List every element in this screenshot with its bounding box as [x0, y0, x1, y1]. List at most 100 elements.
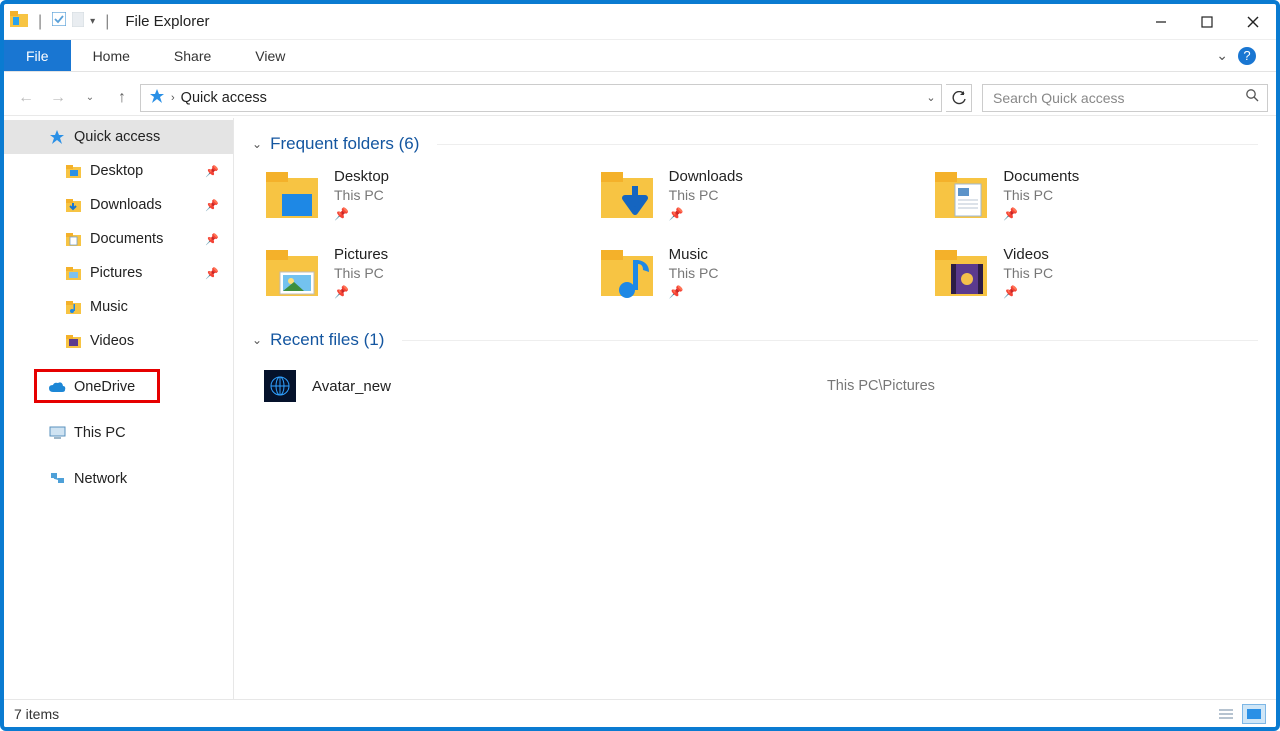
folder-icon [64, 298, 82, 316]
tree-label: Downloads [90, 197, 162, 213]
this-pc-icon [48, 424, 66, 442]
view-large-icons-button[interactable] [1242, 704, 1266, 724]
chevron-down-icon: ⌄ [252, 137, 262, 151]
tree-onedrive[interactable]: OneDrive [4, 370, 233, 404]
window-controls [1138, 5, 1276, 39]
pin-icon: 📌 [334, 207, 389, 221]
breadcrumb-quick-access[interactable]: Quick access [181, 90, 267, 106]
folder-downloads[interactable]: Downloads This PC 📌 [599, 168, 924, 224]
tree-music[interactable]: Music [4, 290, 233, 324]
folder-documents[interactable]: Documents This PC 📌 [933, 168, 1258, 224]
help-icon[interactable]: ? [1238, 47, 1256, 65]
network-icon [48, 470, 66, 488]
tree-label: Videos [90, 333, 134, 349]
tree-videos[interactable]: Videos [4, 324, 233, 358]
group-divider [402, 340, 1258, 341]
folder-pictures[interactable]: Pictures This PC 📌 [264, 246, 589, 302]
checkbox-qat-icon[interactable] [52, 12, 66, 31]
folder-pictures-icon [264, 246, 320, 302]
status-items: 7 items [14, 706, 59, 722]
tree-label: This PC [74, 425, 126, 441]
pin-icon: 📌 [205, 165, 219, 178]
folder-desktop[interactable]: Desktop This PC 📌 [264, 168, 589, 224]
address-bar[interactable]: › Quick access ⌄ [140, 84, 942, 112]
pin-icon: 📌 [669, 207, 743, 221]
group-title: Recent files (1) [270, 330, 384, 350]
tree-label: Quick access [74, 129, 160, 145]
folder-icon [64, 196, 82, 214]
nav-up-button[interactable]: ↑ [108, 84, 136, 112]
close-button[interactable] [1230, 5, 1276, 39]
folder-sub: This PC [334, 187, 389, 203]
navigation-bar: ← → ⌄ ↑ › Quick access ⌄ [4, 80, 1276, 116]
title-sep: | [34, 13, 46, 31]
group-divider [437, 144, 1258, 145]
tree-label: OneDrive [74, 379, 135, 395]
group-frequent-folders[interactable]: ⌄ Frequent folders (6) [252, 134, 1258, 154]
breadcrumb-sep-icon: › [171, 92, 175, 104]
document-qat-icon[interactable] [72, 12, 84, 32]
tab-file[interactable]: File [4, 40, 71, 71]
tree-label: Network [74, 471, 127, 487]
search-input[interactable] [991, 89, 1245, 107]
folder-sub: This PC [334, 265, 388, 281]
folder-music-icon [599, 246, 655, 302]
folder-name: Music [669, 246, 719, 263]
folder-name: Downloads [669, 168, 743, 185]
folder-music[interactable]: Music This PC 📌 [599, 246, 924, 302]
status-bar: 7 items [4, 699, 1276, 727]
pin-icon: 📌 [205, 199, 219, 212]
nav-history-dropdown[interactable]: ⌄ [76, 84, 104, 112]
minimize-button[interactable] [1138, 5, 1184, 39]
search-box[interactable] [982, 84, 1268, 112]
ribbon-tabs: File Home Share View ⌄ ? [4, 40, 1276, 72]
search-icon[interactable] [1245, 88, 1259, 107]
tree-pictures[interactable]: Pictures 📌 [4, 256, 233, 290]
recent-file-thumbnail-icon [264, 370, 296, 402]
tree-quick-access[interactable]: Quick access [4, 120, 233, 154]
tree-documents[interactable]: Documents 📌 [4, 222, 233, 256]
group-recent-files[interactable]: ⌄ Recent files (1) [252, 330, 1258, 350]
folder-name: Videos [1003, 246, 1053, 263]
nav-forward-button[interactable]: → [44, 84, 72, 112]
pin-icon: 📌 [1003, 207, 1079, 221]
folder-name: Documents [1003, 168, 1079, 185]
folder-sub: This PC [669, 187, 743, 203]
tab-home[interactable]: Home [71, 40, 152, 71]
tab-view[interactable]: View [233, 40, 307, 71]
tree-downloads[interactable]: Downloads 📌 [4, 188, 233, 222]
quick-access-star-icon [48, 128, 66, 146]
recent-file-row[interactable]: Avatar_new This PC\Pictures [252, 364, 1258, 408]
nav-back-button[interactable]: ← [12, 84, 40, 112]
folder-sub: This PC [1003, 265, 1053, 281]
window-title: File Explorer [119, 13, 209, 30]
body: Quick access Desktop 📌 Downloads 📌 Docum… [4, 118, 1276, 699]
file-explorer-window: | ▾ | File Explorer File Home Share View… [0, 0, 1280, 731]
folder-name: Pictures [334, 246, 388, 263]
folder-name: Desktop [334, 168, 389, 185]
title-bar: | ▾ | File Explorer [4, 4, 1276, 40]
pin-icon: 📌 [669, 285, 719, 299]
folder-sub: This PC [1003, 187, 1079, 203]
pin-icon: 📌 [205, 267, 219, 280]
tab-share[interactable]: Share [152, 40, 233, 71]
folder-sub: This PC [669, 265, 719, 281]
address-dropdown-icon[interactable]: ⌄ [921, 91, 941, 104]
onedrive-icon [48, 378, 66, 396]
ribbon-collapse-icon[interactable]: ⌄ [1216, 47, 1228, 64]
tree-network[interactable]: Network [4, 462, 233, 496]
pin-icon: 📌 [205, 233, 219, 246]
group-title: Frequent folders (6) [270, 134, 419, 154]
folder-icon [64, 162, 82, 180]
pin-icon: 📌 [1003, 285, 1053, 299]
maximize-button[interactable] [1184, 5, 1230, 39]
title-bar-left: | ▾ | File Explorer [10, 11, 210, 32]
folder-documents-icon [933, 168, 989, 224]
view-details-button[interactable] [1214, 704, 1238, 724]
tree-desktop[interactable]: Desktop 📌 [4, 154, 233, 188]
refresh-button[interactable] [946, 84, 972, 112]
tree-this-pc[interactable]: This PC [4, 416, 233, 450]
recent-file-name: Avatar_new [312, 378, 391, 395]
qat-dropdown-icon[interactable]: ▾ [90, 16, 95, 27]
folder-videos[interactable]: Videos This PC 📌 [933, 246, 1258, 302]
